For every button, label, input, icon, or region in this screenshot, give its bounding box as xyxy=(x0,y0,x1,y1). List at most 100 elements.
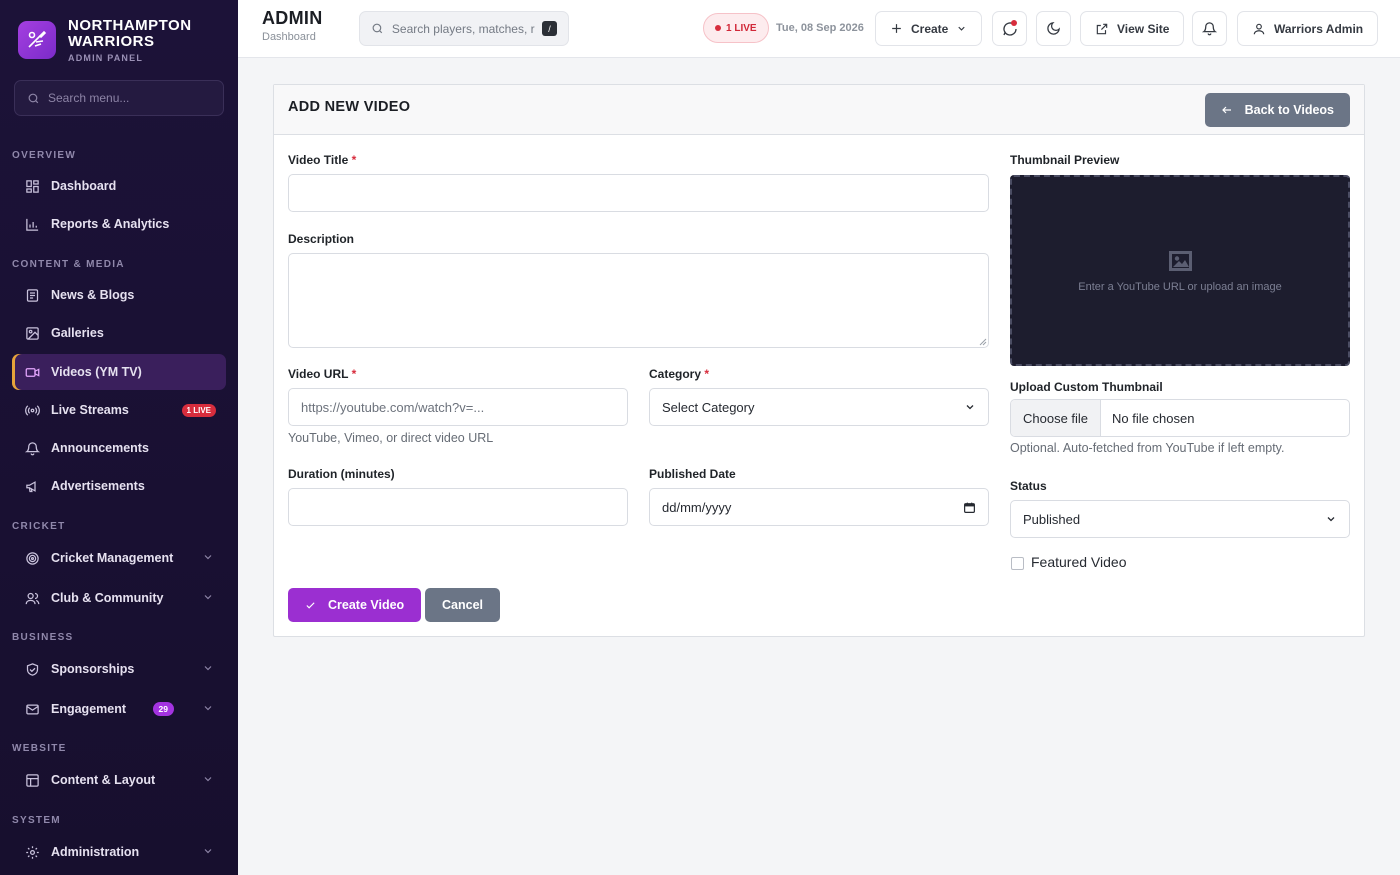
video-camera-icon xyxy=(24,364,40,380)
chosen-file-name: No file chosen xyxy=(1112,410,1195,426)
choose-file-button[interactable]: Choose file xyxy=(1011,400,1102,436)
duration-label: Duration (minutes) xyxy=(288,467,395,481)
sidebar-item-label: Galleries xyxy=(51,326,104,340)
view-site-label: View Site xyxy=(1117,21,1170,36)
current-date: Tue, 08 Sep 2026 xyxy=(776,22,864,34)
thumbnail-preview: Enter a YouTube URL or upload an image xyxy=(1010,175,1350,366)
brand[interactable]: NORTHAMPTON WARRIORS ADMIN PANEL xyxy=(0,0,238,80)
live-indicator-label: 1 LIVE xyxy=(726,22,757,34)
section-cricket: CRICKET xyxy=(12,521,66,532)
dashboard-icon xyxy=(24,178,40,194)
engagement-count-badge: 29 xyxy=(152,702,174,716)
gear-icon xyxy=(24,844,40,860)
sidebar-item-advertisements[interactable]: Advertisements xyxy=(12,468,226,504)
chevron-down-icon xyxy=(204,595,212,600)
sidebar-item-reports[interactable]: Reports & Analytics xyxy=(12,206,226,242)
sidebar-search-placeholder: Search menu... xyxy=(48,91,130,105)
user-name: Warriors Admin xyxy=(1274,21,1364,36)
create-video-button[interactable]: Create Video xyxy=(288,588,422,622)
target-icon xyxy=(24,550,40,566)
chevron-down-icon xyxy=(204,777,212,782)
description-textarea[interactable] xyxy=(288,253,989,348)
status-selected-value: Published xyxy=(1023,511,1081,527)
featured-video-checkbox[interactable] xyxy=(1011,557,1024,570)
card-title: ADD NEW VIDEO xyxy=(288,99,411,115)
create-dropdown-button[interactable]: Create xyxy=(875,11,983,46)
sidebar-item-announcements[interactable]: Announcements xyxy=(12,430,226,466)
sidebar-item-galleries[interactable]: Galleries xyxy=(12,315,226,351)
search-icon xyxy=(28,93,39,103)
sidebar-item-label: Reports & Analytics xyxy=(51,217,170,231)
plus-icon xyxy=(892,24,901,33)
video-url-input[interactable]: https://youtube.com/watch?v=... xyxy=(288,388,628,426)
sidebar-item-dashboard[interactable]: Dashboard xyxy=(12,168,226,204)
sidebar-item-label: Sponsorships xyxy=(51,662,135,676)
category-select[interactable]: Select Category xyxy=(649,388,989,426)
sidebar-item-label: Content & Layout xyxy=(51,773,156,787)
video-url-help: YouTube, Vimeo, or direct video URL xyxy=(288,431,494,445)
broadcast-icon xyxy=(24,402,40,418)
messages-button[interactable] xyxy=(992,11,1027,46)
card-header: ADD NEW VIDEO Back to Videos xyxy=(274,85,1364,135)
sidebar-item-content-layout[interactable]: Content & Layout xyxy=(12,762,226,798)
live-badge: 1 LIVE xyxy=(181,404,216,417)
sidebar-item-club-community[interactable]: Club & Community xyxy=(12,580,226,616)
featured-video-label[interactable]: Featured Video xyxy=(1031,554,1126,570)
handshake-icon xyxy=(24,661,40,677)
description-label: Description xyxy=(288,232,355,246)
users-icon xyxy=(24,590,40,606)
sidebar-item-sponsorships[interactable]: Sponsorships xyxy=(12,651,226,687)
section-business: BUSINESS xyxy=(12,632,74,643)
chevron-down-icon xyxy=(204,666,212,671)
page-title: ADMIN xyxy=(262,8,323,28)
video-title-input[interactable] xyxy=(288,174,989,212)
notifications-button[interactable] xyxy=(1192,11,1227,46)
arrow-left-icon xyxy=(1221,106,1231,114)
sidebar-item-videos[interactable]: Videos (YM TV) xyxy=(12,354,226,390)
sidebar-item-label: Advertisements xyxy=(51,479,145,493)
published-date-label: Published Date xyxy=(649,467,736,481)
thumbnail-file-input[interactable]: Choose file No file chosen xyxy=(1010,399,1350,437)
upload-thumbnail-label: Upload Custom Thumbnail xyxy=(1010,380,1163,394)
theme-toggle-button[interactable] xyxy=(1036,11,1071,46)
moon-icon xyxy=(1047,22,1060,35)
video-url-label: Video URL * xyxy=(288,367,357,381)
upload-help: Optional. Auto-fetched from YouTube if l… xyxy=(1010,441,1285,455)
calendar-icon[interactable] xyxy=(963,501,976,514)
section-system: SYSTEM xyxy=(12,815,61,826)
view-site-button[interactable]: View Site xyxy=(1080,11,1185,46)
sidebar-item-news[interactable]: News & Blogs xyxy=(12,277,226,313)
section-website: WEBSITE xyxy=(12,743,67,754)
sidebar-item-label: Administration xyxy=(51,845,140,859)
top-bar: ADMIN Dashboard Search players, matches,… xyxy=(238,0,1400,58)
global-search-input[interactable]: Search players, matches, r / xyxy=(359,11,569,46)
sidebar-search-input[interactable]: Search menu... xyxy=(14,80,224,116)
brand-name-line1: NORTHAMPTON xyxy=(68,16,192,34)
thumbnail-hint: Enter a YouTube URL or upload an image xyxy=(1078,280,1282,293)
search-icon xyxy=(372,23,383,34)
duration-input[interactable] xyxy=(288,488,628,526)
sidebar-item-engagement[interactable]: Engagement 29 xyxy=(12,691,226,727)
resize-handle-icon[interactable] xyxy=(979,338,987,346)
back-to-videos-button[interactable]: Back to Videos xyxy=(1204,93,1350,127)
bell-icon xyxy=(24,440,40,456)
status-select[interactable]: Published xyxy=(1010,500,1350,538)
sidebar-item-live-streams[interactable]: Live Streams 1 LIVE xyxy=(12,392,226,428)
external-link-icon xyxy=(1096,23,1108,34)
user-menu-button[interactable]: Warriors Admin xyxy=(1237,11,1379,46)
chevron-down-icon xyxy=(204,706,212,711)
sidebar-item-administration[interactable]: Administration xyxy=(12,834,226,870)
brand-name-line2: WARRIORS xyxy=(68,32,155,50)
brand-subtitle: ADMIN PANEL xyxy=(68,52,144,63)
live-indicator[interactable]: 1 LIVE xyxy=(703,13,769,43)
sidebar-item-label: Announcements xyxy=(51,441,149,455)
published-date-input[interactable]: dd/mm/yyyy xyxy=(649,488,989,526)
image-placeholder-icon xyxy=(1168,250,1192,271)
chevron-down-icon xyxy=(204,849,212,854)
sidebar-item-cricket-management[interactable]: Cricket Management xyxy=(12,540,226,576)
unread-dot-icon xyxy=(1011,20,1017,26)
breadcrumb[interactable]: Dashboard xyxy=(262,31,323,43)
add-video-card: ADD NEW VIDEO Back to Videos Video Title… xyxy=(273,84,1365,637)
back-label: Back to Videos xyxy=(1244,103,1334,117)
cancel-button[interactable]: Cancel xyxy=(425,588,500,622)
